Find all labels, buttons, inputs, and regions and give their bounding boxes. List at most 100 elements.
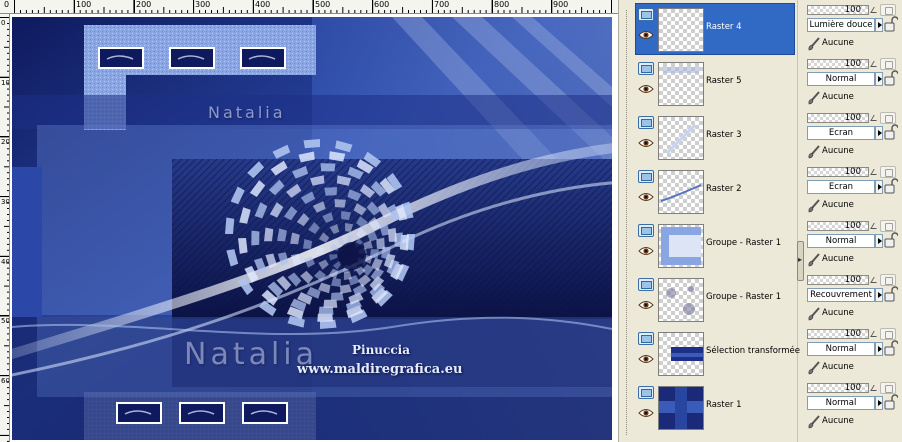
blend-mode-value: Écran — [828, 182, 854, 192]
layer-name-cell[interactable]: Raster 1 — [635, 381, 795, 433]
layer-name-cell[interactable]: Raster 2 — [635, 165, 795, 217]
layer-row-5[interactable]: Groupe - Raster 1 100 Normal Aucune — [619, 218, 902, 272]
opacity-slider[interactable]: 100 — [807, 329, 869, 339]
raster-layer-icon — [638, 170, 654, 183]
lock-icon[interactable] — [884, 394, 898, 410]
layer-row-1[interactable]: Raster 4 100 Lumière douce Aucune — [619, 2, 902, 56]
blend-mode-arrow-icon[interactable] — [875, 72, 883, 86]
layer-group-select[interactable]: Aucune — [807, 414, 867, 429]
blend-mode-arrow-icon[interactable] — [875, 18, 883, 32]
ruler-left: 0 100 200 300 400 500 600 — [0, 14, 10, 442]
opacity-slider[interactable]: 100 — [807, 383, 869, 393]
eye-icon[interactable] — [638, 246, 654, 256]
layer-name-cell[interactable]: Groupe - Raster 1 — [635, 219, 795, 271]
eye-icon[interactable] — [638, 30, 654, 40]
lock-icon[interactable] — [884, 16, 898, 32]
blend-mode-arrow-icon[interactable] — [875, 180, 883, 194]
opacity-slider[interactable]: 100 — [807, 275, 869, 285]
eye-icon[interactable] — [638, 192, 654, 202]
ruler-left-label: 400 — [1, 258, 10, 266]
opacity-arrow-icon[interactable] — [870, 277, 880, 283]
layer-group-value: Aucune — [822, 200, 854, 210]
layer-name-cell[interactable]: Raster 5 — [635, 57, 795, 109]
blend-mode-select[interactable]: Normal — [807, 396, 875, 410]
layer-group-select[interactable]: Aucune — [807, 90, 867, 105]
brush-icon — [808, 307, 820, 321]
lock-icon[interactable] — [884, 232, 898, 248]
lock-icon[interactable] — [884, 124, 898, 140]
opacity-arrow-icon[interactable] — [870, 7, 880, 13]
layer-thumbnail — [658, 62, 704, 106]
layer-row-3[interactable]: Raster 3 100 Écran Aucune — [619, 110, 902, 164]
raster-layer-icon — [638, 224, 654, 237]
layer-group-select[interactable]: Aucune — [807, 306, 867, 321]
mask-icon[interactable] — [880, 112, 896, 124]
layer-name-cell[interactable]: Raster 4 — [635, 3, 795, 55]
opacity-slider[interactable]: 100 — [807, 167, 869, 177]
blend-mode-select[interactable]: Lumière douce — [807, 18, 875, 32]
mask-icon[interactable] — [880, 328, 896, 340]
mask-icon[interactable] — [880, 274, 896, 286]
blend-mode-select[interactable]: Normal — [807, 72, 875, 86]
layer-group-select[interactable]: Aucune — [807, 198, 867, 213]
layer-name-cell[interactable]: Sélection transformée — [635, 327, 800, 379]
canvas-area[interactable]: 0 100 200 300 400 500 600 700 800 900 0 … — [0, 0, 618, 442]
artwork-image[interactable]: Natalia Natalia Pinuccia www.maldiregraf… — [12, 17, 612, 440]
mask-icon[interactable] — [880, 58, 896, 70]
eye-icon[interactable] — [638, 408, 654, 418]
layer-group-select[interactable]: Aucune — [807, 36, 867, 51]
blend-mode-arrow-icon[interactable] — [875, 396, 883, 410]
blend-mode-select[interactable]: Recouvrement — [807, 288, 875, 302]
raster-layer-icon — [638, 332, 654, 345]
blend-mode-value: Écran — [828, 128, 854, 138]
opacity-slider[interactable]: 100 — [807, 113, 869, 123]
blend-mode-select[interactable]: Écran — [807, 126, 875, 140]
blend-mode-arrow-icon[interactable] — [875, 342, 883, 356]
blend-mode-arrow-icon[interactable] — [875, 126, 883, 140]
brush-icon — [808, 415, 820, 429]
blend-mode-arrow-icon[interactable] — [875, 288, 883, 302]
lock-icon[interactable] — [884, 70, 898, 86]
layer-row-7[interactable]: Sélection transformée 100 Normal Aucune — [619, 326, 902, 380]
blend-mode-select[interactable]: Normal — [807, 342, 875, 356]
opacity-arrow-icon[interactable] — [870, 169, 880, 175]
layer-group-select[interactable]: Aucune — [807, 252, 867, 267]
ruler-left-label: 100 — [1, 79, 10, 87]
layer-row-6[interactable]: Groupe - Raster 1 100 Recouvrement Aucun… — [619, 272, 902, 326]
mask-icon[interactable] — [880, 382, 896, 394]
opacity-arrow-icon[interactable] — [870, 61, 880, 67]
layer-group-select[interactable]: Aucune — [807, 144, 867, 159]
mask-icon[interactable] — [880, 220, 896, 232]
layer-name-cell[interactable]: Groupe - Raster 1 — [635, 273, 795, 325]
blend-mode-select[interactable]: Écran — [807, 180, 875, 194]
layer-row-8[interactable]: Raster 1 100 Normal Aucune — [619, 380, 902, 434]
opacity-value: 100 — [844, 221, 861, 231]
opacity-arrow-icon[interactable] — [870, 223, 880, 229]
eye-icon[interactable] — [638, 354, 654, 364]
opacity-slider[interactable]: 100 — [807, 5, 869, 15]
blend-mode-value: Recouvrement — [810, 290, 872, 300]
eye-icon[interactable] — [638, 300, 654, 310]
layer-name-cell[interactable]: Raster 3 — [635, 111, 795, 163]
lock-icon[interactable] — [884, 286, 898, 302]
layer-row-2[interactable]: Raster 5 100 Normal Aucune — [619, 56, 902, 110]
blend-mode-select[interactable]: Normal — [807, 234, 875, 248]
eye-icon[interactable] — [638, 84, 654, 94]
opacity-slider[interactable]: 100 — [807, 221, 869, 231]
blend-mode-arrow-icon[interactable] — [875, 234, 883, 248]
layer-group-value: Aucune — [822, 416, 854, 426]
layer-palette: ▸ Raster 4 100 Lumière douce Aucune Rast… — [618, 0, 902, 442]
mask-icon[interactable] — [880, 4, 896, 16]
layer-thumbnail — [658, 224, 704, 268]
opacity-slider[interactable]: 100 — [807, 59, 869, 69]
layer-group-select[interactable]: Aucune — [807, 360, 867, 375]
layer-thumbnail — [658, 386, 704, 430]
eye-icon[interactable] — [638, 138, 654, 148]
layer-row-4[interactable]: Raster 2 100 Écran Aucune — [619, 164, 902, 218]
lock-icon[interactable] — [884, 340, 898, 356]
mask-icon[interactable] — [880, 166, 896, 178]
opacity-arrow-icon[interactable] — [870, 331, 880, 337]
opacity-arrow-icon[interactable] — [870, 115, 880, 121]
lock-icon[interactable] — [884, 178, 898, 194]
opacity-arrow-icon[interactable] — [870, 385, 880, 391]
